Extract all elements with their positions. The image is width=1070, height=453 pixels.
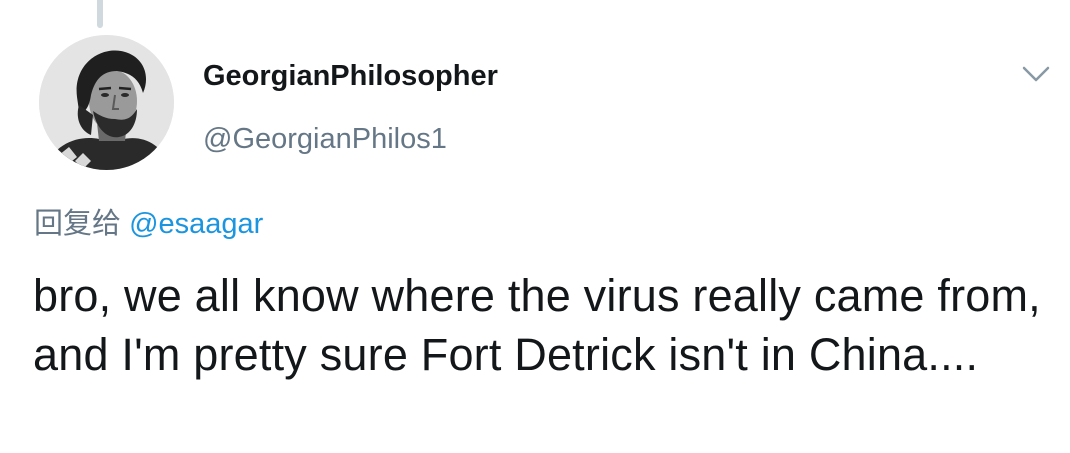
reply-prefix: 回复给: [34, 208, 122, 240]
tweet-text: bro, we all know where the virus really …: [33, 270, 1041, 380]
author-handle[interactable]: @GeorgianPhilos1: [203, 121, 447, 157]
tweet-menu-button[interactable]: [1016, 58, 1056, 90]
avatar[interactable]: [39, 35, 174, 170]
portrait-avatar-icon: [39, 35, 174, 170]
reply-mention-link[interactable]: @esaagar: [129, 208, 263, 240]
chevron-down-icon: [1022, 66, 1050, 82]
thread-connector-line: [97, 0, 103, 28]
reply-context: 回复给 @esaagar: [34, 206, 263, 242]
author-display-name[interactable]: GeorgianPhilosopher: [203, 58, 498, 94]
